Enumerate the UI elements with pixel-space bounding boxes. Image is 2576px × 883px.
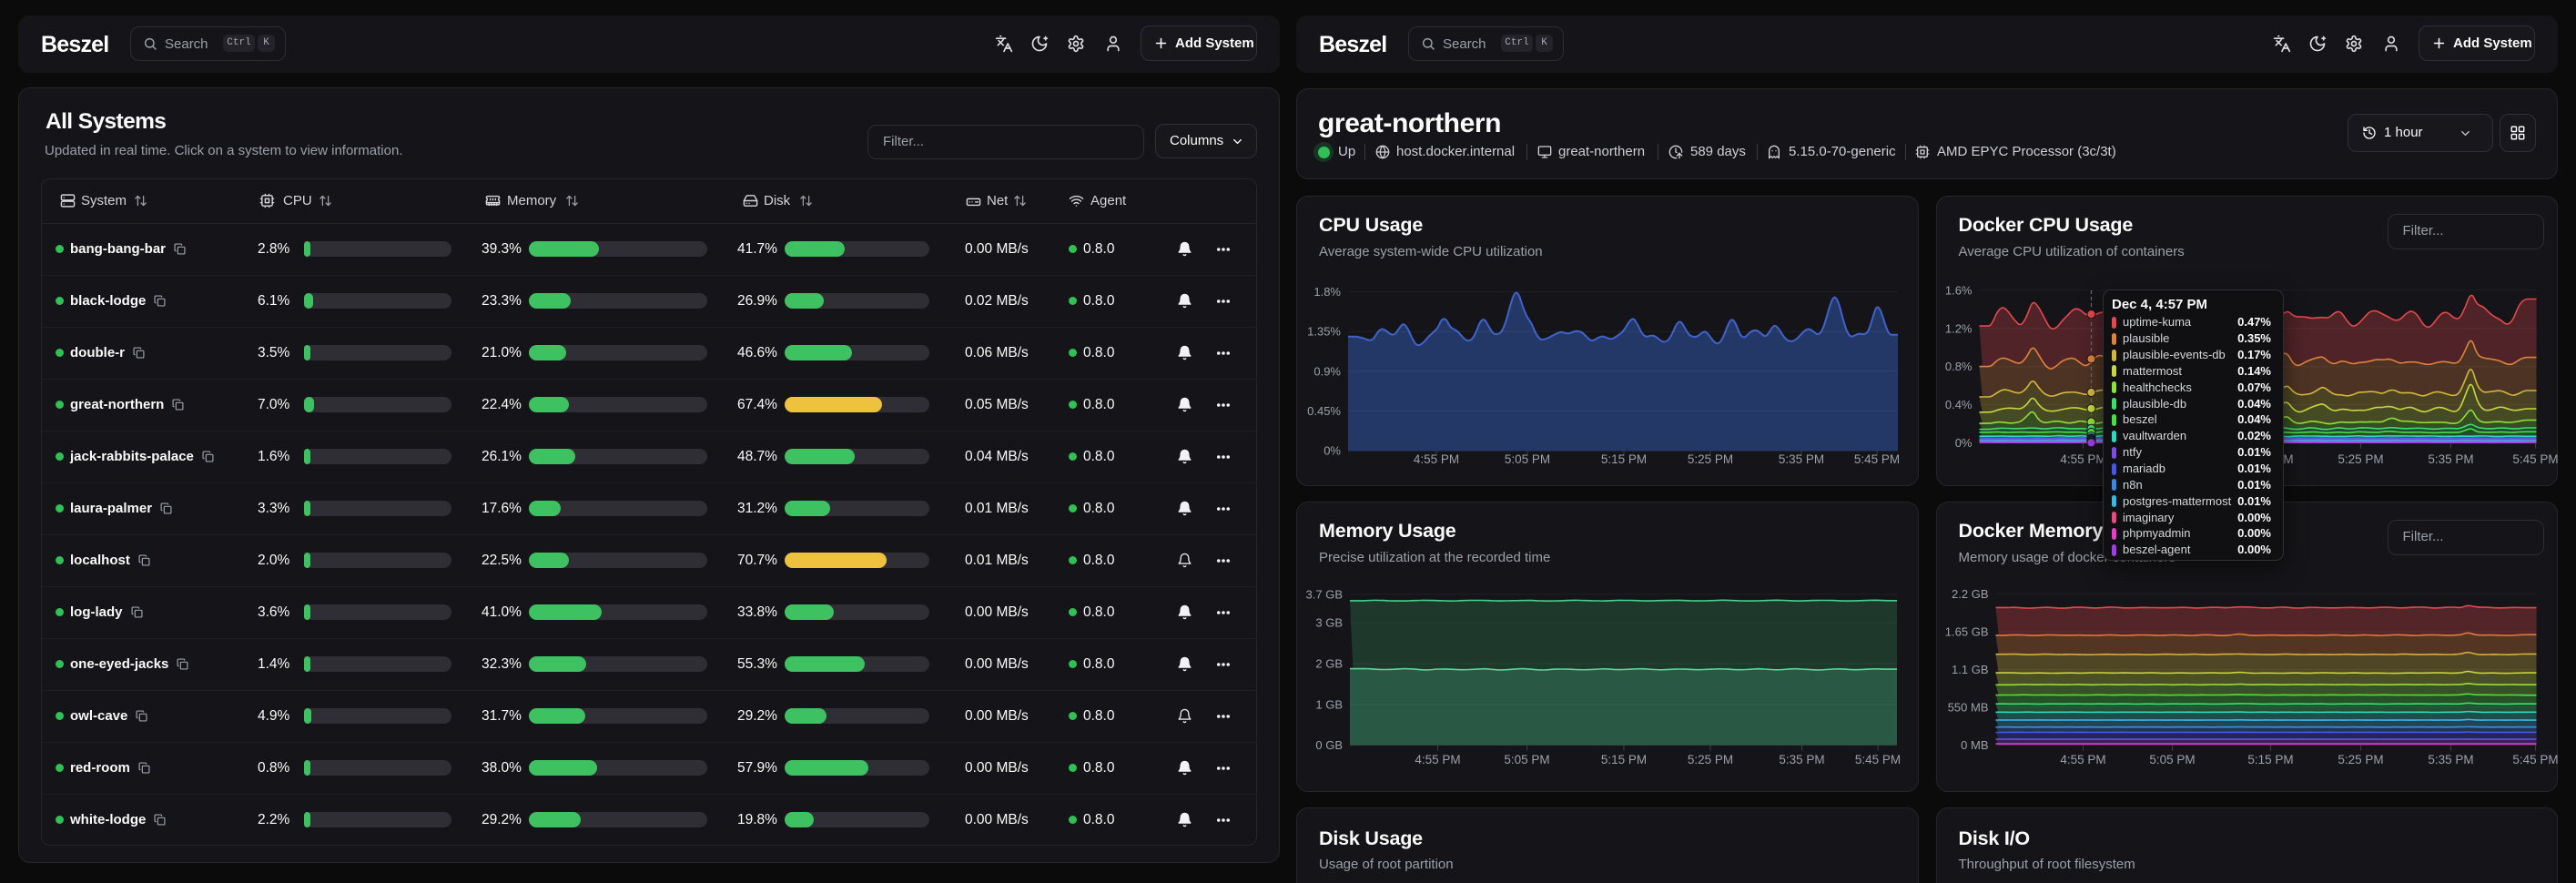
svg-text:1.8%: 1.8% [1313,285,1341,299]
svg-text:4:55 PM: 4:55 PM [2060,452,2105,466]
svg-text:5:45 PM: 5:45 PM [2512,452,2558,466]
svg-text:0.8%: 0.8% [1944,360,1972,373]
svg-text:1.1 GB: 1.1 GB [1952,663,1988,676]
svg-text:0 MB: 0 MB [1961,738,1988,752]
svg-text:5:15 PM: 5:15 PM [1601,753,1647,766]
svg-text:5:35 PM: 5:35 PM [2428,452,2473,466]
svg-text:0.9%: 0.9% [1313,364,1341,378]
svg-text:4:55 PM: 4:55 PM [2060,753,2105,766]
svg-text:0%: 0% [1323,443,1341,457]
svg-text:2 GB: 2 GB [1315,657,1343,671]
svg-text:5:25 PM: 5:25 PM [2338,753,2383,766]
svg-text:5:15 PM: 5:15 PM [2247,753,2293,766]
svg-text:4:55 PM: 4:55 PM [1414,452,1459,466]
svg-text:5:35 PM: 5:35 PM [1779,753,1824,766]
svg-text:5:05 PM: 5:05 PM [1505,452,1550,466]
svg-text:0.45%: 0.45% [1307,404,1341,418]
svg-text:3 GB: 3 GB [1315,616,1343,630]
svg-text:3.7 GB: 3.7 GB [1306,587,1343,601]
svg-text:1.6%: 1.6% [1944,283,1972,297]
svg-text:5:25 PM: 5:25 PM [1688,452,1733,466]
svg-text:5:15 PM: 5:15 PM [1601,452,1647,466]
svg-text:5:45 PM: 5:45 PM [2512,753,2558,766]
svg-text:4:55 PM: 4:55 PM [1415,753,1460,766]
svg-text:5:45 PM: 5:45 PM [1855,753,1901,766]
svg-text:0.4%: 0.4% [1944,398,1972,411]
svg-text:1.2%: 1.2% [1944,321,1972,335]
svg-text:5:25 PM: 5:25 PM [1688,753,1733,766]
svg-text:1 GB: 1 GB [1315,697,1343,711]
svg-text:2.2 GB: 2.2 GB [1952,587,1988,601]
svg-text:1.65 GB: 1.65 GB [1944,624,1988,638]
svg-text:5:05 PM: 5:05 PM [1504,753,1549,766]
svg-text:5:35 PM: 5:35 PM [1779,452,1824,466]
svg-text:0%: 0% [1954,436,1972,450]
svg-text:5:25 PM: 5:25 PM [2338,452,2383,466]
svg-text:5:45 PM: 5:45 PM [1854,452,1900,466]
svg-text:5:05 PM: 5:05 PM [2149,753,2195,766]
svg-text:5:35 PM: 5:35 PM [2428,753,2473,766]
svg-text:1.35%: 1.35% [1307,324,1341,338]
svg-text:550 MB: 550 MB [1947,701,1988,715]
svg-text:0 GB: 0 GB [1315,738,1343,752]
